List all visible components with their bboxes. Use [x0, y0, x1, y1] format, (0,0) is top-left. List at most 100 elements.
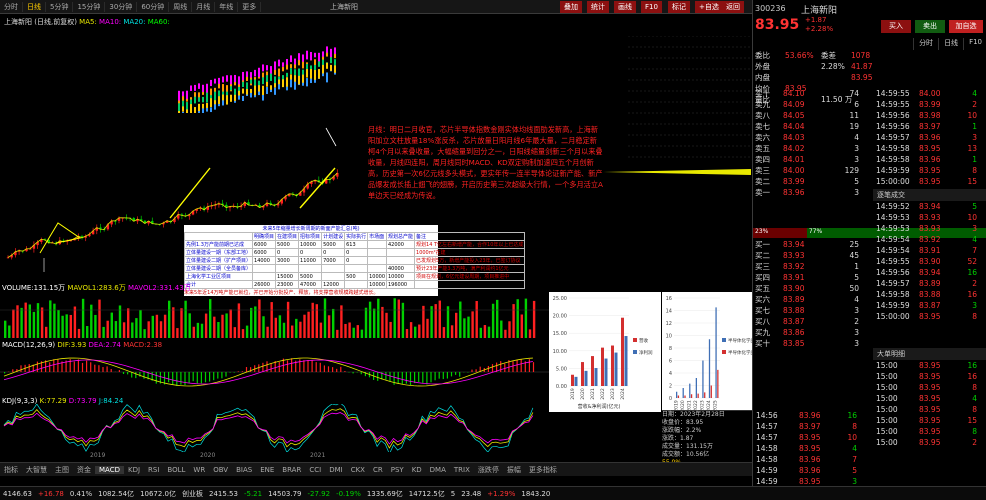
band-bar	[306, 63, 308, 70]
book-qty: 50	[849, 284, 859, 293]
toolbar-ctl-3[interactable]: F10	[641, 1, 662, 13]
ytick-label: 6	[669, 359, 672, 365]
tick-time: 14:59:56	[876, 268, 910, 277]
info-box: 日期：2023年2月28日 收盘价：83.95 涨跌幅：2.2% 涨跌：1.87 成交量…	[662, 410, 752, 466]
indicator-tab-1[interactable]: 大智慧	[22, 465, 51, 475]
period-tab-4[interactable]: 30分钟	[105, 1, 138, 12]
book-price: 83.94	[783, 240, 805, 249]
period-tab-0[interactable]: 分时	[0, 1, 23, 12]
toolbar-ctl-2[interactable]: 画线	[614, 1, 636, 13]
add-watchlist-button[interactable]: 加自选	[949, 20, 983, 33]
toolbar-ctl-4[interactable]: 标记	[668, 1, 690, 13]
chart-bar	[682, 388, 684, 398]
band-bar	[314, 70, 316, 80]
indicator-tab-14[interactable]: DMI	[325, 466, 347, 474]
band-bar	[298, 75, 300, 85]
kdj-chart[interactable]	[0, 404, 550, 452]
indicator-tab-0[interactable]: 指标	[0, 465, 22, 475]
stat-cell: 53.66%	[785, 51, 814, 60]
indicator-tab-22[interactable]: 振幅	[503, 465, 525, 475]
right-tab-2[interactable]: F10	[963, 38, 986, 50]
table-cell: 196000	[385, 280, 416, 289]
indicator-tab-7[interactable]: BOLL	[163, 466, 189, 474]
table-head-cell	[183, 232, 254, 241]
tick-row: 14:59 83.95 3	[753, 476, 873, 486]
band-bar	[302, 54, 304, 62]
band-bar	[182, 111, 184, 113]
period-tab-9[interactable]: 更多	[238, 1, 262, 12]
indicator-tab-6[interactable]: RSI	[144, 466, 163, 474]
band-bar	[306, 69, 308, 78]
toolbar-ctl-1[interactable]: 统计	[587, 1, 609, 13]
band-bar	[230, 86, 232, 91]
tick-time: 14:59:57	[876, 279, 910, 288]
toolbar-ctl-5[interactable]: +自选	[695, 1, 723, 13]
period-tab-8[interactable]: 年线	[215, 1, 239, 12]
indicator-tab-10[interactable]: BIAS	[232, 466, 256, 474]
date-axis: 2019 2020 2021	[0, 452, 752, 462]
sell-button[interactable]: 卖出	[915, 20, 945, 33]
buy-button[interactable]: 买入	[881, 20, 911, 33]
macd-bar	[90, 362, 92, 372]
band-bar	[206, 102, 208, 108]
indicator-tab-15[interactable]: CKX	[347, 466, 369, 474]
indicator-tab-13[interactable]: CCI	[305, 466, 325, 474]
tick-row: 14:59:59 83.87 3	[873, 300, 986, 311]
indicator-tab-21[interactable]: 涨跌停	[474, 465, 503, 475]
macd-chart[interactable]	[0, 348, 550, 396]
band-bar	[230, 94, 232, 102]
volume-chart[interactable]	[0, 290, 550, 340]
volume-bar	[172, 307, 175, 338]
indicator-tab-16[interactable]: CR	[369, 466, 387, 474]
band-bar	[218, 83, 220, 89]
chart-bar	[574, 376, 578, 386]
right-tab-1[interactable]: 日线	[938, 38, 963, 50]
big-order-title[interactable]: 大单明细	[873, 348, 986, 360]
indicator-tab-3[interactable]: 资金	[73, 465, 95, 475]
indicator-tab-12[interactable]: BRAR	[278, 466, 305, 474]
indicator-tab-9[interactable]: OBV	[209, 466, 232, 474]
volume-bar	[455, 312, 458, 338]
band-bar	[262, 77, 264, 85]
volume-bar	[151, 315, 154, 338]
indicator-tab-5[interactable]: KDJ	[124, 466, 144, 474]
period-tab-2[interactable]: 5分钟	[46, 1, 74, 12]
macd-bar	[118, 370, 120, 372]
tick-time: 15:00	[876, 438, 898, 447]
band-bar	[258, 80, 260, 86]
band-bar	[274, 87, 276, 95]
toolbar-ctl-0[interactable]: 叠加	[560, 1, 582, 13]
right-tab-0[interactable]: 分时	[913, 38, 938, 50]
chart-bar	[624, 336, 628, 386]
table-head-cell: 在建项目	[275, 232, 300, 241]
indicator-tab-2[interactable]: 主图	[51, 465, 73, 475]
volume-bar	[512, 304, 515, 338]
indicator-tab-4[interactable]: MACD	[95, 465, 124, 474]
volume-bar	[418, 324, 421, 338]
indicator-tab-19[interactable]: DMA	[426, 466, 450, 474]
indicator-tab-8[interactable]: WR	[189, 466, 209, 474]
period-tab-3[interactable]: 15分钟	[73, 1, 106, 12]
indicator-tab-23[interactable]: 更多指标	[525, 465, 561, 475]
indicator-tab-17[interactable]: PSY	[387, 466, 408, 474]
indicator-tab-18[interactable]: KD	[408, 466, 426, 474]
tick-title[interactable]: 逐笔成交	[873, 189, 986, 201]
period-tab-6[interactable]: 周线	[169, 1, 193, 12]
indicator-tab-20[interactable]: TRIX	[450, 466, 474, 474]
info-line: 成交额：10.56亿	[662, 451, 710, 458]
indicator-tab-11[interactable]: ENE	[256, 466, 278, 474]
volume-bar	[364, 307, 368, 338]
tick-qty: 52	[967, 257, 977, 266]
toolbar-ctl-6[interactable]: 返回	[722, 1, 744, 13]
table-row: 合计 26000 23000 47000 12000 10000 196000	[183, 280, 526, 289]
macd-bar	[217, 372, 219, 379]
period-tab-1[interactable]: 日线	[23, 1, 46, 12]
period-tab-7[interactable]: 月线	[192, 1, 216, 12]
period-tab-5[interactable]: 60分钟	[137, 1, 170, 12]
band-bar	[178, 110, 180, 113]
tick-time: 14:59:57	[876, 133, 910, 142]
macd-bar	[430, 372, 432, 383]
band-bar	[298, 59, 300, 66]
volume-bar	[122, 322, 126, 338]
tick-qty: 4	[972, 394, 977, 403]
